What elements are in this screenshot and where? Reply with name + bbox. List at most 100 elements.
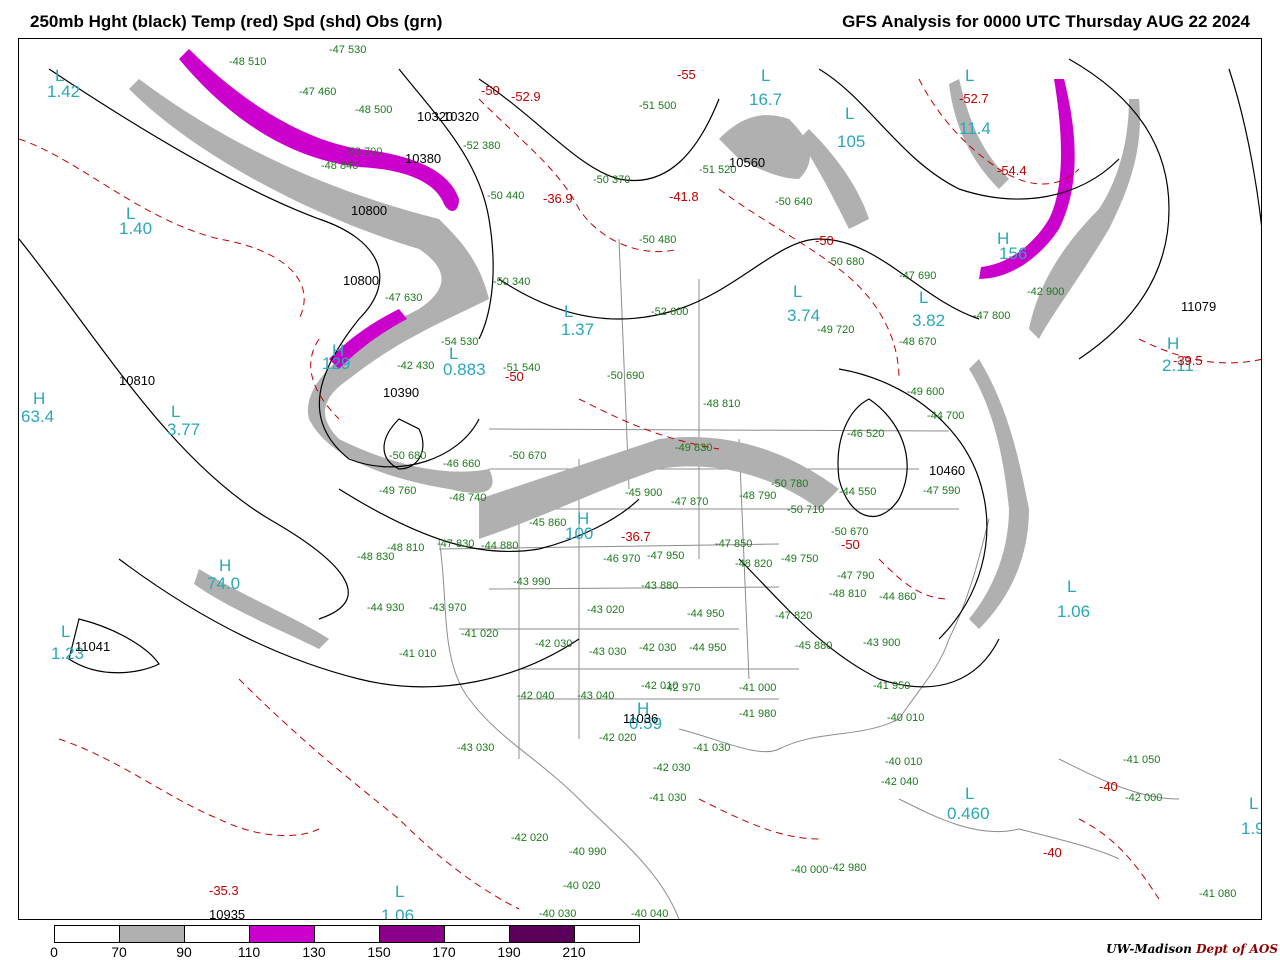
extremum-label: L [845, 104, 854, 123]
extremum-label: 3.74 [787, 306, 820, 325]
extremum-label: 11.4 [959, 119, 991, 138]
observation-label: -41 050 [1123, 754, 1160, 766]
observation-label: -43 970 [429, 602, 466, 614]
observation-label: -47 530 [329, 44, 366, 56]
observation-label: -47 630 [385, 292, 422, 304]
observation-label: -43 990 [513, 576, 550, 588]
observation-label: -44 550 [839, 486, 876, 498]
observation-label: -48 810 [703, 398, 740, 410]
observation-label: -48 820 [735, 558, 772, 570]
observation-label: -43 900 [863, 637, 900, 649]
legend-tick-label: 130 [302, 944, 326, 960]
observation-label: -43 880 [641, 580, 678, 592]
observation-label: -50 680 [827, 256, 864, 268]
observation-label: -51 500 [639, 100, 676, 112]
observation-label: -43 030 [589, 646, 626, 658]
observation-label: -50 670 [509, 450, 546, 462]
legend-tick-label: 190 [497, 944, 521, 960]
observation-label: -52 600 [651, 306, 688, 318]
observation-label: -48 830 [357, 551, 394, 563]
legend-swatch [510, 926, 575, 942]
observation-label: -47 850 [715, 538, 752, 550]
legend-tick-label: 0 [50, 944, 58, 960]
extremum-label: L [793, 282, 802, 301]
observation-label: -50 440 [487, 190, 524, 202]
extremum-label: 1.42 [47, 82, 80, 101]
observation-label: -49 760 [379, 485, 416, 497]
observation-label: -40 010 [887, 712, 924, 724]
observation-label: -45 880 [795, 640, 832, 652]
observation-label: -50 340 [493, 276, 530, 288]
extremum-label: 16.7 [749, 90, 782, 109]
observation-label: -50 640 [775, 196, 812, 208]
legend-tick-label: 110 [237, 944, 261, 960]
observation-label: -40 990 [569, 846, 606, 858]
temperature-label: -50 [841, 537, 860, 552]
observation-label: -50 680 [389, 450, 426, 462]
height-value-label: 10935 [209, 907, 245, 920]
temperature-label: -35.3 [209, 883, 239, 898]
observation-label: -42 430 [397, 360, 434, 372]
height-value-label: 10800 [351, 203, 387, 218]
legend-swatch [250, 926, 315, 942]
extremum-label: L [919, 288, 928, 307]
temperature-label: -55 [677, 67, 696, 82]
observation-label: -48 840 [321, 160, 358, 172]
wind-speed-legend [54, 925, 640, 943]
chart-title-left: 250mb Hght (black) Temp (red) Spd (shd) … [30, 12, 443, 31]
extremum-label: L [1067, 577, 1076, 596]
observation-label: -51 520 [699, 164, 736, 176]
extremum-label: L [395, 882, 404, 901]
observation-label: -40 000 [791, 864, 828, 876]
height-value-label: 11079 [1181, 299, 1216, 314]
height-value-label: 10390 [383, 385, 419, 400]
credit-dept: Dept of AOS [1196, 942, 1278, 956]
observation-label: -50 670 [831, 526, 868, 538]
observation-label: -44 700 [927, 410, 964, 422]
extremum-label: 3.82 [912, 311, 945, 330]
credit-line: UW-Madison Dept of AOS [1106, 942, 1278, 956]
extremum-label: 1.06 [1057, 602, 1090, 621]
height-value-label: 10810 [119, 373, 155, 388]
observation-label: -47 870 [671, 496, 708, 508]
observation-label: -41 980 [739, 708, 776, 720]
observation-label: -40 040 [631, 908, 668, 920]
observation-label: -42 970 [663, 682, 700, 694]
extremum-label: L [761, 66, 770, 85]
observation-label: -44 950 [689, 642, 726, 654]
extremum-label: 0.460 [947, 804, 990, 823]
credit-org: UW-Madison [1106, 942, 1192, 956]
observation-label: -43 020 [587, 604, 624, 616]
observation-label: -47 950 [647, 550, 684, 562]
observation-label: -50 710 [787, 504, 824, 516]
temperature-label: -36.7 [621, 529, 651, 544]
temperature-label: -39.5 [1173, 353, 1203, 368]
temperature-label: -50 [481, 83, 500, 98]
extremum-label: 1.06 [381, 906, 414, 920]
legend-swatch [315, 926, 380, 942]
height-value-label: 11036 [623, 711, 658, 726]
observation-label: -49 600 [907, 386, 944, 398]
observation-label: -40 020 [563, 880, 600, 892]
observation-label: -44 860 [879, 591, 916, 603]
height-value-label: 10380 [405, 151, 441, 166]
temperature-label: -40 [1099, 779, 1118, 794]
legend-swatch [575, 926, 639, 942]
observation-label: -48 810 [829, 588, 866, 600]
extremum-label: 129 [322, 354, 350, 373]
observation-label: -41 950 [873, 680, 910, 692]
legend-tick-label: 210 [562, 944, 586, 960]
observation-label: -45 860 [529, 517, 566, 529]
observation-label: -54 530 [441, 336, 478, 348]
observation-label: -40 010 [885, 756, 922, 768]
observation-label: -46 970 [603, 553, 640, 565]
extremum-label: L [564, 302, 573, 321]
observation-label: -42 030 [535, 638, 572, 650]
extremum-label: 105 [837, 132, 865, 151]
extremum-label: L [61, 622, 70, 641]
temperature-label: -36.9 [543, 191, 573, 206]
observation-label: -40 030 [539, 908, 576, 920]
extremum-label: 74.0 [207, 574, 240, 593]
observation-label: -48 670 [899, 336, 936, 348]
height-value-label: 10320 [443, 109, 479, 124]
